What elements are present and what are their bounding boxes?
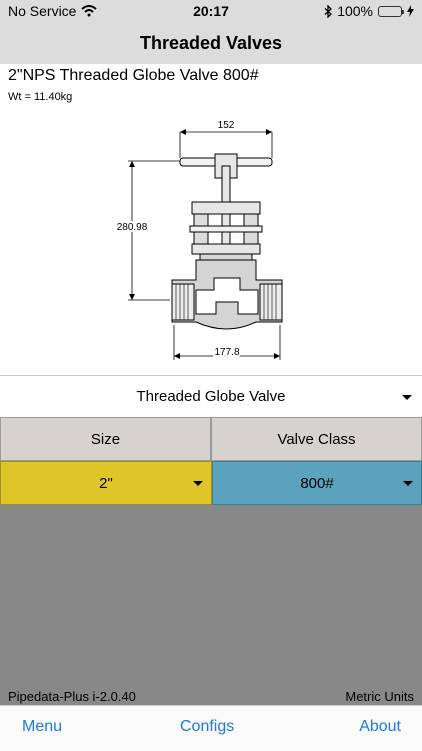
valve-type-select[interactable]: Threaded Globe Valve [0, 375, 422, 418]
content-area [0, 505, 422, 705]
chevron-down-icon [193, 481, 203, 486]
dim-height: 280.98 [117, 222, 148, 233]
tab-menu[interactable]: Menu [22, 718, 62, 736]
size-value: 2" [99, 475, 113, 492]
size-select[interactable]: 2" [0, 461, 212, 505]
tab-configs[interactable]: Configs [180, 718, 234, 736]
valve-type-value: Threaded Globe Valve [136, 388, 286, 405]
nav-title: Threaded Valves [0, 22, 422, 64]
chevron-down-icon [402, 395, 412, 400]
charging-icon [407, 5, 414, 17]
battery-percent: 100% [337, 3, 373, 19]
dim-width: 152 [218, 120, 235, 131]
tab-bar: Menu Configs About [0, 705, 422, 751]
valve-body [171, 153, 283, 330]
size-header: Size [0, 417, 211, 461]
battery-icon [378, 5, 404, 17]
class-header: Valve Class [211, 417, 422, 461]
status-right: 100% [324, 3, 414, 19]
status-bar: No Service 20:17 100% [0, 0, 422, 22]
valve-class-select[interactable]: 800# [212, 461, 422, 505]
class-value: 800# [300, 475, 334, 492]
units-label: Metric Units [345, 689, 414, 704]
grid-header: Size Valve Class [0, 417, 422, 461]
chevron-down-icon [403, 481, 413, 486]
weight-label: Wt = 11.40kg [8, 91, 73, 103]
tab-about[interactable]: About [359, 718, 401, 736]
product-title: 2"NPS Threaded Globe Valve 800# [8, 67, 259, 84]
dim-length: 177.8 [214, 347, 239, 358]
version-label: Pipedata-Plus i-2.0.40 [8, 689, 136, 704]
bluetooth-icon [324, 4, 333, 18]
valve-drawing: 152 280.98 177.8 [115, 120, 283, 360]
